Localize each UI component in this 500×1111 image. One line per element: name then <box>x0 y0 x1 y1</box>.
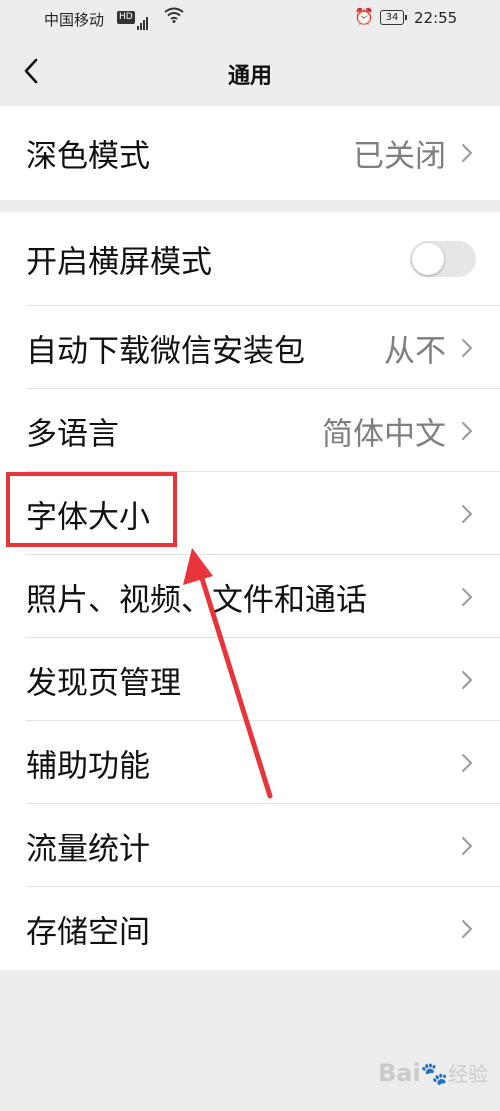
settings-item-auto-download[interactable]: 自动下载微信安装包 从不 <box>0 306 500 389</box>
settings-item-storage[interactable]: 存储空间 <box>0 887 500 970</box>
chevron-right-icon <box>462 836 472 855</box>
nav-bar: 通用 <box>0 36 500 106</box>
settings-item-accessibility[interactable]: 辅助功能 <box>0 721 500 804</box>
battery-indicator: 34 <box>380 10 407 25</box>
settings-group-general: 开启横屏模式 自动下载微信安装包 从不 多语言 简体中文 字体大小 照片、视频、… <box>0 212 500 970</box>
settings-item-discover-management[interactable]: 发现页管理 <box>0 638 500 721</box>
status-bar: 中国移动 HD ⏰ 34 22:55 <box>0 0 500 36</box>
settings-item-value: 从不 <box>384 333 446 369</box>
alarm-icon: ⏰ <box>354 7 374 26</box>
chevron-right-icon <box>462 753 472 772</box>
watermark-suffix: 经验 <box>448 1062 489 1086</box>
carrier-name: 中国移动 <box>44 11 105 29</box>
settings-item-language[interactable]: 多语言 简体中文 <box>0 389 500 472</box>
status-time: 22:55 <box>414 9 458 27</box>
settings-item-dark-mode[interactable]: 深色模式 已关闭 <box>0 106 500 200</box>
toggle-knob <box>412 243 444 275</box>
wifi-icon <box>164 7 184 27</box>
chevron-right-icon <box>462 504 472 523</box>
chevron-right-icon <box>462 421 472 440</box>
chevron-right-icon <box>462 670 472 689</box>
chevron-right-icon <box>462 919 472 938</box>
paw-icon: 🐾 <box>420 1062 449 1087</box>
settings-item-media-files[interactable]: 照片、视频、文件和通话 <box>0 555 500 638</box>
settings-item-value: 简体中文 <box>322 416 446 452</box>
settings-item-label: 自动下载微信安装包 <box>26 333 305 369</box>
baidu-watermark: Bai🐾经验 <box>378 1058 488 1087</box>
settings-item-label: 存储空间 <box>26 914 150 950</box>
settings-group-display: 深色模式 已关闭 <box>0 106 500 200</box>
settings-item-label: 照片、视频、文件和通话 <box>26 582 367 618</box>
hd-badge: HD <box>117 11 135 24</box>
settings-item-value: 已关闭 <box>353 138 446 175</box>
page-title: 通用 <box>227 64 272 89</box>
settings-item-label: 字体大小 <box>26 499 150 535</box>
settings-item-label: 开启横屏模式 <box>26 244 212 281</box>
settings-item-landscape-mode: 开启横屏模式 <box>0 212 500 306</box>
settings-item-label: 发现页管理 <box>26 665 181 701</box>
settings-item-label: 深色模式 <box>26 138 150 175</box>
watermark-brand: Bai <box>378 1059 421 1087</box>
settings-item-data-usage[interactable]: 流量统计 <box>0 804 500 887</box>
landscape-mode-toggle[interactable] <box>410 241 476 277</box>
settings-item-label: 辅助功能 <box>26 748 150 784</box>
settings-item-label: 多语言 <box>26 416 119 452</box>
chevron-right-icon <box>462 338 472 357</box>
signal-icon <box>137 12 149 30</box>
settings-item-label: 流量统计 <box>26 831 150 867</box>
chevron-right-icon <box>462 587 472 606</box>
settings-item-font-size[interactable]: 字体大小 <box>0 472 500 555</box>
chevron-right-icon <box>462 144 472 162</box>
